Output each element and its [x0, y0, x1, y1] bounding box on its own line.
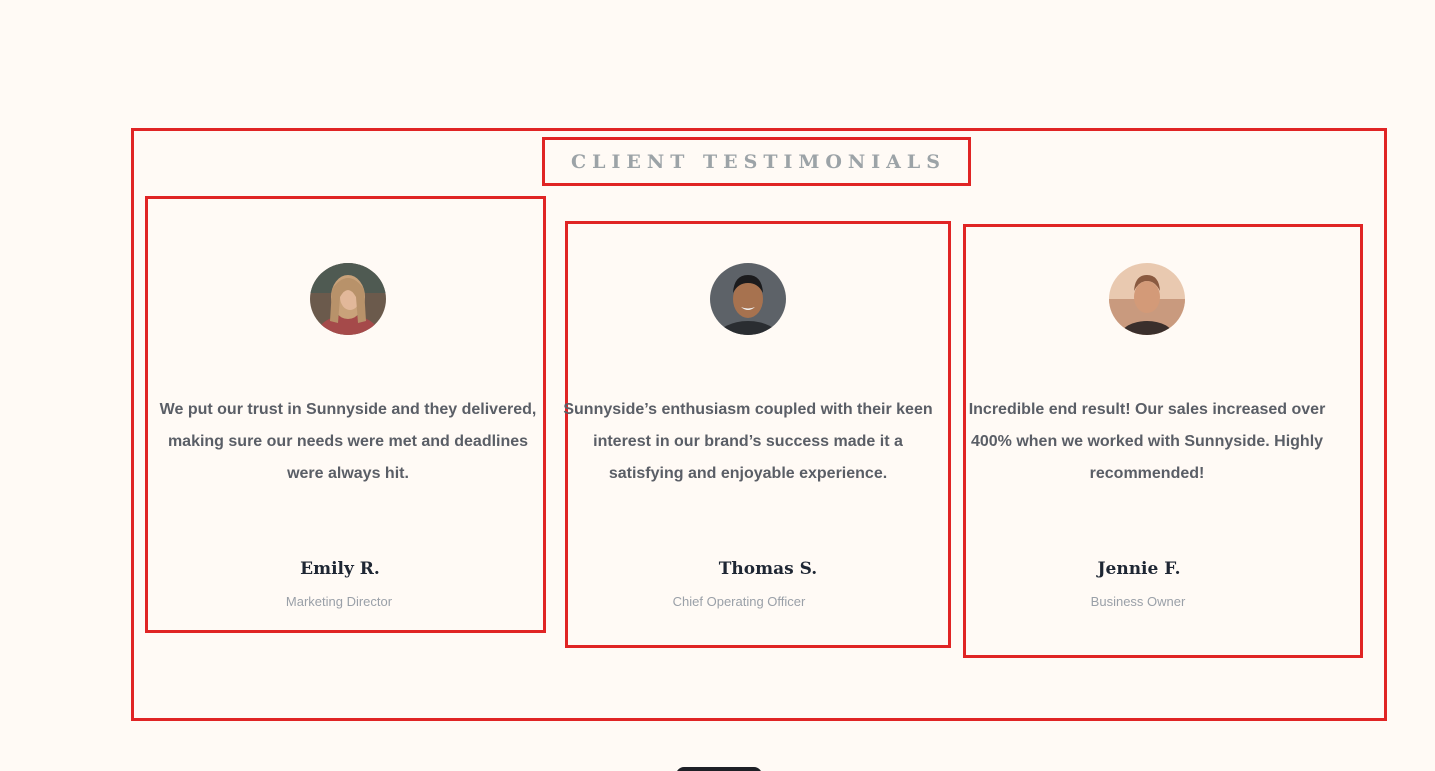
testimonial-name: Thomas S.: [718, 559, 818, 579]
testimonial-quote: Sunnyside’s enthusiasm coupled with thei…: [563, 401, 933, 482]
woman-portrait-icon: [310, 263, 386, 335]
section-heading-box: CLIENT TESTIMONIALS: [542, 137, 971, 186]
testimonial-quote: Incredible end result! Our sales increas…: [968, 401, 1326, 482]
avatar-jennie: [1109, 263, 1185, 335]
testimonial-name: Emily R.: [300, 559, 380, 579]
woman-portrait-icon: [1109, 263, 1185, 335]
testimonial-quote: We put our trust in Sunnyside and they d…: [159, 401, 537, 482]
testimonial-role: Business Owner: [1090, 594, 1186, 609]
avatar-emily: [310, 263, 386, 335]
avatar-thomas: [710, 263, 786, 335]
testimonial-role: Marketing Director: [285, 594, 393, 609]
page: CLIENT TESTIMONIALS We put our trust in …: [0, 0, 1435, 771]
section-heading: CLIENT TESTIMONIALS: [571, 150, 946, 173]
man-portrait-icon: [710, 263, 786, 335]
testimonial-name: Jennie F.: [1097, 559, 1181, 579]
bottom-edge-element: [676, 767, 762, 771]
testimonial-role: Chief Operating Officer: [672, 594, 806, 609]
